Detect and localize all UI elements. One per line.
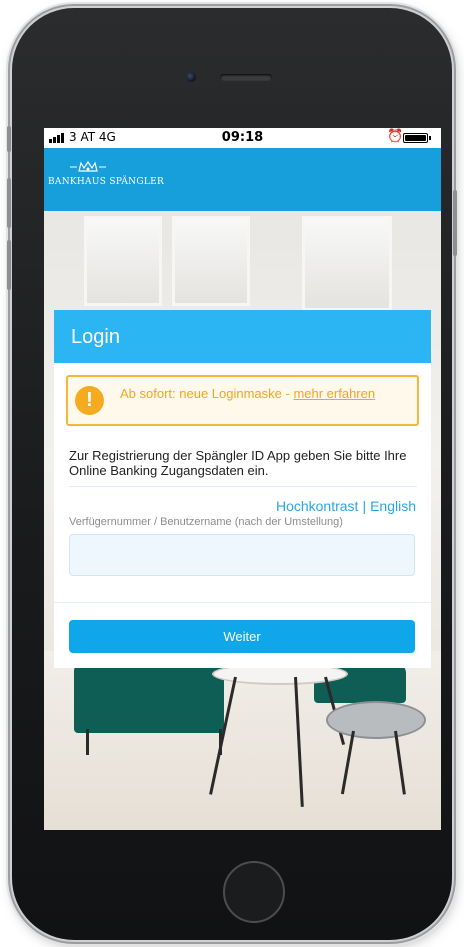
high-contrast-link[interactable]: Hochkontrast (276, 498, 358, 514)
bank-crest-icon (70, 160, 106, 172)
english-language-link[interactable]: English (370, 498, 416, 514)
front-camera (186, 72, 196, 82)
username-label: Verfügernummer / Benutzername (nach der … (69, 516, 343, 528)
username-input[interactable] (69, 534, 415, 576)
login-title: Login (71, 326, 120, 348)
background-window (172, 216, 250, 306)
continue-button[interactable]: Weiter (69, 620, 415, 653)
home-button[interactable] (223, 861, 285, 923)
intro-text: Zur Registrierung der Spängler ID App ge… (69, 448, 407, 478)
background-armchair (74, 661, 224, 733)
login-card: Login ! Ab sofort: neue Loginmaske - meh… (54, 310, 431, 668)
brand-header: BANKHAUS SPÄNGLER (44, 148, 441, 211)
notice-text: Ab sofort: neue Loginmaske - mehr erfahr… (120, 386, 410, 401)
battery-tip (429, 136, 431, 140)
brand-logo-text: BANKHAUS SPÄNGLER (48, 177, 165, 187)
background-window (84, 216, 162, 306)
clock: 09:18 (221, 130, 264, 145)
background-window (302, 216, 392, 311)
link-separator: | (362, 498, 367, 514)
phone-screen: 3 AT 4G 09:18 ⏰ BANKHAUS SPÄNGLER Login … (44, 128, 441, 830)
alarm-clock-icon: ⏰ (387, 129, 404, 144)
background-side-table (326, 701, 426, 739)
login-card-header: Login (54, 310, 431, 363)
display-options: Hochkontrast | English (276, 498, 416, 514)
battery-icon (403, 133, 428, 143)
notice-box: ! Ab sofort: neue Loginmaske - mehr erfa… (66, 375, 419, 426)
divider (69, 486, 417, 487)
learn-more-link[interactable]: mehr erfahren (293, 386, 375, 401)
volume-down-button (7, 240, 11, 290)
earpiece-speaker (220, 74, 272, 81)
status-bar: 3 AT 4G 09:18 ⏰ (44, 128, 441, 148)
divider (54, 602, 431, 603)
notice-message: Ab sofort: neue Loginmaske - (120, 386, 294, 401)
power-button (453, 190, 457, 256)
exclamation-icon: ! (75, 386, 104, 415)
volume-up-button (7, 178, 11, 228)
chair-leg (86, 729, 89, 755)
mute-switch (7, 126, 11, 152)
